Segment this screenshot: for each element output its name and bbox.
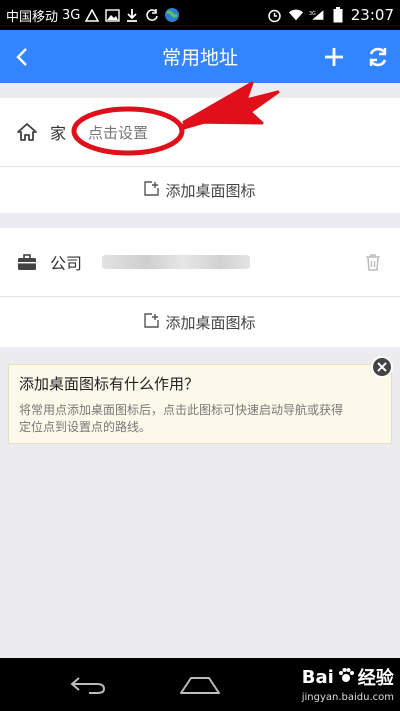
refresh-button[interactable] [356, 30, 400, 83]
network-text: 3G [62, 7, 81, 23]
briefcase-icon [16, 251, 38, 273]
home-set-link[interactable]: 点击设置 [88, 122, 148, 143]
plus-icon [325, 47, 343, 66]
close-icon [377, 362, 387, 372]
chevron-left-icon [16, 47, 27, 66]
add-address-button[interactable] [312, 30, 356, 83]
wifi-icon [288, 7, 304, 23]
app-bar: 常用地址 [0, 30, 400, 83]
watermark-brand: Bai [301, 666, 334, 688]
add-shortcut-icon [144, 180, 160, 200]
warning-icon [84, 7, 100, 23]
tip-box: 添加桌面图标有什么作用？ 将常用点添加桌面图标后，点击此图标可快速启动导航或获得… [8, 364, 392, 444]
svg-text:3G: 3G [309, 11, 316, 17]
carrier-text: 中国移动 [6, 9, 59, 25]
home-add-desktop-icon-button[interactable]: 添加桌面图标 [0, 167, 400, 213]
company-add-desktop-icon-label: 添加桌面图标 [165, 313, 256, 332]
home-add-desktop-icon-label: 添加桌面图标 [165, 181, 256, 200]
clock-text: 23:07 [350, 6, 394, 24]
battery-icon [330, 7, 346, 23]
paw-icon [338, 667, 354, 688]
nav-home-button[interactable] [165, 658, 235, 711]
status-bar: 中国移动 3G 3G 23:07 [0, 0, 400, 30]
tip-title: 添加桌面图标有什么作用？ [19, 375, 200, 393]
nav-back-button[interactable] [53, 658, 123, 711]
home-outline-icon [180, 676, 220, 694]
home-address-row[interactable]: 家 点击设置 [0, 98, 400, 166]
sync-icon [144, 7, 160, 23]
tip-close-button[interactable] [371, 356, 393, 378]
home-label: 家 [50, 124, 67, 143]
company-label: 公司 [50, 254, 83, 273]
back-arrow-icon [70, 676, 106, 694]
download-icon [124, 7, 140, 23]
refresh-icon [369, 47, 387, 66]
alarm-icon [267, 7, 283, 23]
image-icon [104, 7, 120, 23]
tip-body-line: 将常用点添加桌面图标后，点击此图标可快速启动导航或获得 [19, 403, 344, 417]
tip-body-line: 定位点到设置点的路线。 [19, 420, 152, 434]
globe-icon [164, 7, 180, 23]
signal-icon: 3G [309, 7, 325, 23]
back-button[interactable] [0, 30, 44, 83]
delete-button[interactable] [362, 251, 384, 273]
watermark-url: jingyan.baidu.com [301, 692, 394, 703]
company-address-row[interactable]: 公司 [0, 228, 400, 296]
watermark: Bai 经验 jingyan.baidu.com [301, 664, 394, 704]
home-address-card: 家 点击设置 添加桌面图标 [0, 98, 400, 213]
trash-icon [366, 254, 380, 271]
tip-body: 将常用点添加桌面图标后，点击此图标可快速启动导航或获得 定位点到设置点的路线。 [19, 402, 381, 436]
home-icon [16, 121, 38, 143]
company-address-card: 公司 添加桌面图标 [0, 228, 400, 347]
company-address-redacted [102, 255, 251, 269]
add-shortcut-icon [144, 312, 160, 332]
company-add-desktop-icon-button[interactable]: 添加桌面图标 [0, 297, 400, 347]
watermark-brand-cn: 经验 [357, 668, 394, 689]
